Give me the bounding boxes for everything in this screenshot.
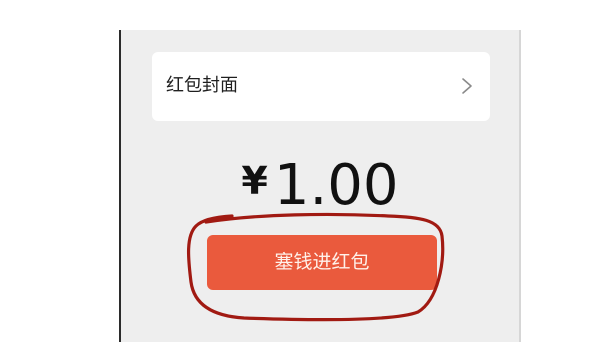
currency-symbol: ¥	[241, 159, 268, 203]
chevron-right-icon	[460, 76, 474, 96]
red-packet-cover-row[interactable]: 红包封面	[152, 52, 490, 121]
red-packet-cover-label: 红包封面	[166, 75, 238, 96]
amount-display: ¥1.00	[121, 158, 519, 214]
put-money-in-red-packet-button[interactable]: 塞钱进红包	[207, 235, 437, 290]
amount-value: 1.00	[273, 153, 399, 218]
red-packet-panel: 红包封面 ¥1.00 塞钱进红包	[119, 30, 521, 342]
screenshot-stage: 红包封面 ¥1.00 塞钱进红包	[0, 0, 602, 352]
